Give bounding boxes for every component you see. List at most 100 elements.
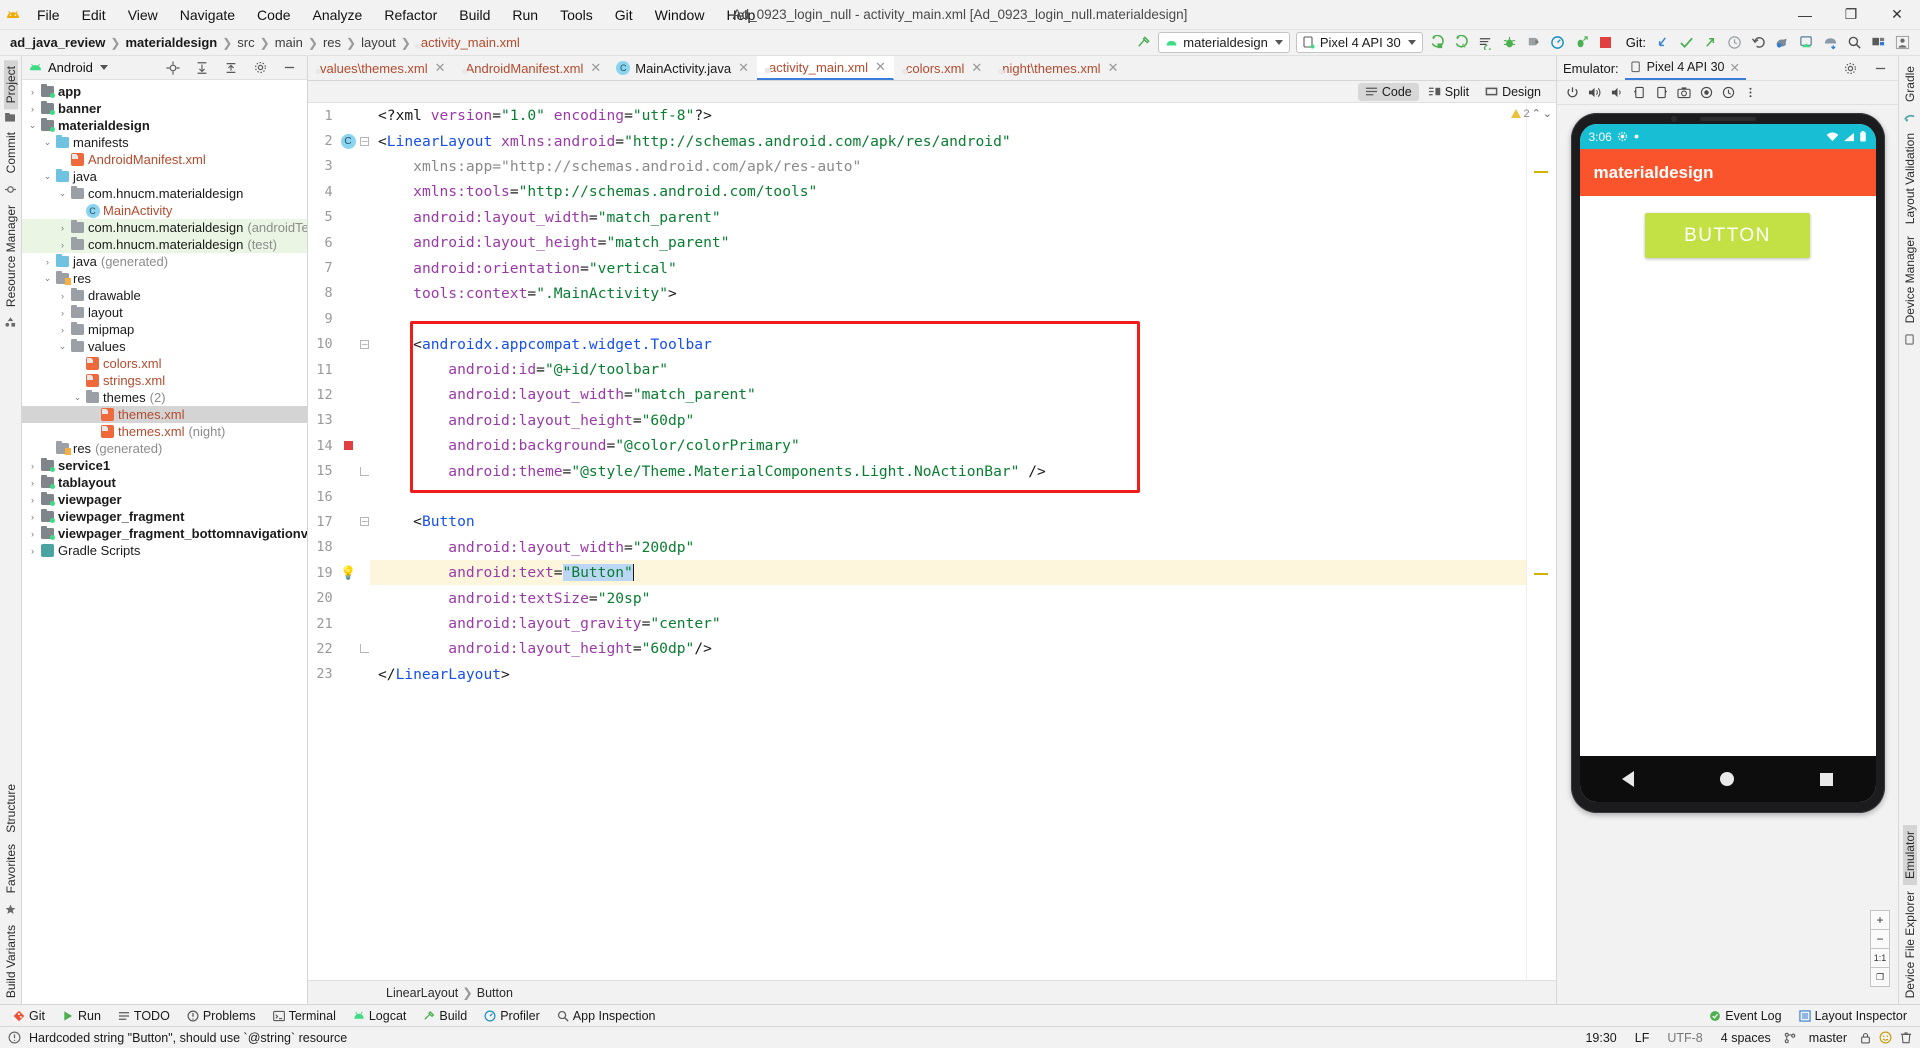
menu-code[interactable]: Code: [246, 4, 301, 26]
tree-node[interactable]: › app: [22, 83, 307, 100]
tree-node[interactable]: ⌄ materialdesign: [22, 117, 307, 134]
code-line[interactable]: android:layout_width = "match_parent": [370, 205, 1526, 230]
zoom-in-button[interactable]: +: [1870, 910, 1890, 930]
code-line[interactable]: android:layout_width = "match_parent": [370, 382, 1526, 407]
editor-gutter[interactable]: 1 2 C ─ 3 4 5 6 7 8 9 10 ─ 11 12 13 14 15 16 17 ─ 18 19 💡 20 21 22…: [308, 103, 370, 980]
tree-node[interactable]: ⌄ com.hnucm.materialdesign: [22, 185, 307, 202]
chevron-down-icon[interactable]: [99, 65, 108, 70]
tree-node[interactable]: AndroidManifest.xml: [22, 151, 307, 168]
menu-git[interactable]: Git: [604, 4, 644, 26]
tool-event-log[interactable]: Event Log: [1702, 1008, 1788, 1024]
power-icon[interactable]: [1566, 86, 1579, 99]
volume-up-icon[interactable]: [1588, 86, 1602, 99]
menu-file[interactable]: File: [26, 4, 71, 26]
rotate-left-icon[interactable]: [1633, 86, 1646, 99]
tool-profiler[interactable]: Profiler: [477, 1008, 547, 1024]
trash-icon[interactable]: [1900, 1031, 1912, 1044]
tree-node[interactable]: › com.hnucm.materialdesign(androidTest): [22, 219, 307, 236]
chevron-right-icon[interactable]: ›: [26, 546, 39, 556]
menu-help[interactable]: Help: [715, 4, 766, 26]
code-line[interactable]: [370, 484, 1526, 509]
caret-position[interactable]: 19:30: [1580, 1031, 1621, 1045]
code-text-area[interactable]: <?xml version = "1.0" encoding = "utf-8" ?> < L…: [370, 103, 1526, 980]
rail-build-variants[interactable]: Build Variants: [4, 919, 18, 1004]
sdk-manager-icon[interactable]: [1794, 32, 1818, 54]
avd-manager-icon[interactable]: [1770, 32, 1794, 54]
emulator-hide-icon[interactable]: [1868, 57, 1892, 79]
chevron-down-icon[interactable]: ⌄: [41, 137, 54, 148]
tree-node[interactable]: ⌄ themes (2): [22, 389, 307, 406]
chevron-right-icon[interactable]: ›: [26, 495, 39, 505]
profiler-button[interactable]: [1546, 32, 1570, 54]
tree-node[interactable]: › viewpager: [22, 491, 307, 508]
tool-app-inspection[interactable]: App Inspection: [550, 1008, 663, 1024]
git-push-icon[interactable]: [1698, 32, 1722, 54]
code-line[interactable]: android:background = "@color/colorPrimary": [370, 433, 1526, 458]
rail-project[interactable]: Project: [3, 60, 18, 110]
gutter-row[interactable]: 8: [308, 281, 370, 306]
tree-node[interactable]: › mipmap: [22, 321, 307, 338]
nav-home-icon[interactable]: [1719, 772, 1734, 786]
gutter-row[interactable]: 10 ─: [308, 332, 370, 357]
debug-button[interactable]: [1498, 32, 1522, 54]
code-line[interactable]: android:layout_height = "60dp"/>: [370, 636, 1526, 661]
tool-git[interactable]: Git: [6, 1008, 52, 1024]
chevron-right-icon[interactable]: ›: [56, 240, 69, 250]
git-branch[interactable]: master: [1804, 1031, 1852, 1045]
hide-pane-icon[interactable]: [277, 57, 301, 79]
close-icon[interactable]: ✕: [1106, 60, 1119, 76]
chevron-down-icon[interactable]: ⌄: [56, 341, 69, 352]
tree-node[interactable]: › drawable: [22, 287, 307, 304]
menu-navigate[interactable]: Navigate: [169, 4, 246, 26]
rail-structure[interactable]: Structure: [4, 778, 18, 839]
file-encoding[interactable]: UTF-8: [1662, 1031, 1707, 1045]
gutter-row[interactable]: 3: [308, 154, 370, 179]
code-line[interactable]: < Button: [370, 509, 1526, 534]
code-line[interactable]: [370, 306, 1526, 331]
chevron-right-icon[interactable]: ›: [26, 461, 39, 471]
project-structure-icon[interactable]: [1866, 32, 1890, 54]
pane-settings-icon[interactable]: [248, 57, 272, 79]
chevron-down-icon[interactable]: ⌄: [71, 392, 84, 403]
build-hammer-icon[interactable]: [1131, 32, 1155, 54]
step-debug-button[interactable]: [1570, 32, 1594, 54]
chevron-right-icon[interactable]: ›: [41, 257, 54, 267]
tree-node[interactable]: ⌄ java: [22, 168, 307, 185]
code-line[interactable]: android:id = "@+id/toolbar": [370, 357, 1526, 382]
device-screen[interactable]: 3:06 materialdesign BUTTON: [1579, 124, 1876, 802]
gutter-row[interactable]: 17 ─: [308, 509, 370, 534]
close-button[interactable]: ✕: [1874, 0, 1920, 30]
apply-changes-button[interactable]: [1474, 32, 1498, 54]
editor-tab[interactable]: C MainActivity.java ✕: [609, 56, 757, 80]
chevron-right-icon[interactable]: ›: [26, 87, 39, 97]
zoom-fit-button[interactable]: ❐: [1870, 967, 1890, 987]
editor-tab[interactable]: night\themes.xml ✕: [990, 56, 1126, 80]
rail-device-file-explorer[interactable]: Device File Explorer: [1903, 885, 1917, 1004]
rotate-right-icon[interactable]: [1655, 86, 1668, 99]
back-history-icon[interactable]: [1722, 86, 1735, 99]
gutter-row[interactable]: 15: [308, 458, 370, 483]
tree-node[interactable]: themes.xml: [22, 406, 307, 423]
close-icon[interactable]: ✕: [433, 60, 446, 76]
breadcrumb-button[interactable]: Button: [477, 986, 513, 1000]
zoom-out-button[interactable]: −: [1870, 929, 1890, 949]
tree-node[interactable]: strings.xml: [22, 372, 307, 389]
collapse-all-icon[interactable]: [219, 57, 243, 79]
close-icon[interactable]: ✕: [1729, 60, 1739, 75]
fold-closed-icon[interactable]: ─: [360, 517, 370, 527]
rail-resource-manager[interactable]: Resource Manager: [4, 199, 18, 313]
zoom-actual-button[interactable]: 1:1: [1870, 948, 1890, 968]
maximize-button[interactable]: ❐: [1828, 0, 1874, 30]
scroll-from-source-icon[interactable]: [161, 57, 185, 79]
tree-node[interactable]: › viewpager_fragment_bottomnavigationview: [22, 525, 307, 542]
fold-open-icon[interactable]: ─: [360, 136, 370, 146]
chevron-right-icon[interactable]: ›: [56, 291, 69, 301]
tree-node[interactable]: colors.xml: [22, 355, 307, 372]
app-button[interactable]: BUTTON: [1645, 213, 1810, 258]
breadcrumb-layout[interactable]: layout: [357, 35, 400, 50]
chevron-right-icon[interactable]: ›: [26, 478, 39, 488]
attach-debugger-button[interactable]: [1522, 32, 1546, 54]
gutter-row[interactable]: 16: [308, 484, 370, 509]
editor-tab-strip[interactable]: values\themes.xml ✕ AndroidManifest.xml ✕ C M…: [308, 56, 1556, 81]
code-line[interactable]: tools:context = ".MainActivity" >: [370, 281, 1526, 306]
